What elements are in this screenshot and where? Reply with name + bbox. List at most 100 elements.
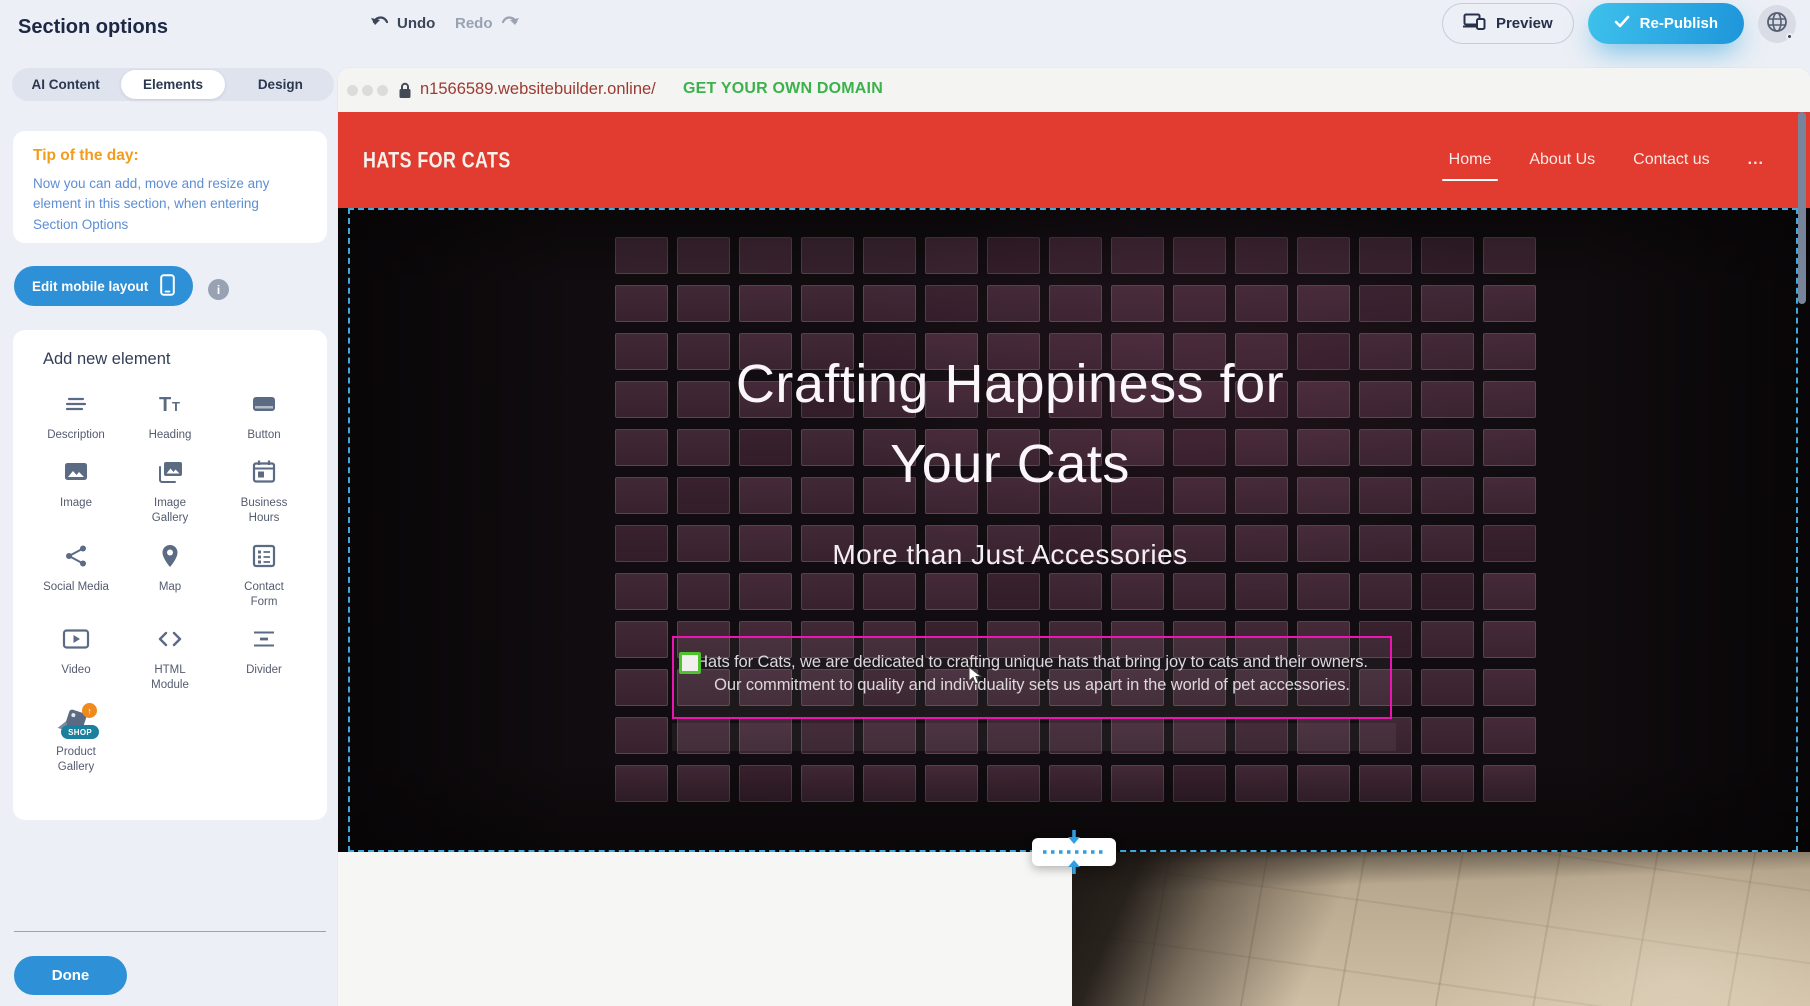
hero-tile bbox=[1359, 237, 1412, 274]
hero-tile bbox=[1297, 573, 1350, 610]
selected-text-element[interactable]: Hats for Cats, we are dedicated to craft… bbox=[672, 636, 1392, 719]
hero-tile bbox=[987, 765, 1040, 802]
edit-mobile-layout-button[interactable]: Edit mobile layout bbox=[14, 266, 193, 306]
hero-tile bbox=[1173, 573, 1226, 610]
hero-tile bbox=[1111, 573, 1164, 610]
element-image[interactable]: Image bbox=[29, 459, 123, 526]
next-section[interactable] bbox=[338, 852, 1810, 1006]
hero-tile bbox=[1421, 717, 1474, 754]
check-icon bbox=[1614, 15, 1630, 32]
nav-about-us[interactable]: About Us bbox=[1529, 151, 1595, 169]
hero-tile bbox=[1297, 237, 1350, 274]
tab-elements[interactable]: Elements bbox=[121, 70, 224, 99]
hero-tile bbox=[801, 573, 854, 610]
element-social-media[interactable]: Social Media bbox=[29, 543, 123, 610]
element-contact-form[interactable]: Contact Form bbox=[217, 543, 311, 610]
hero-tile bbox=[1421, 621, 1474, 658]
hero-tile bbox=[1483, 525, 1536, 562]
hero-tile bbox=[1359, 573, 1412, 610]
url-text[interactable]: n1566589.websitebuilder.online/ bbox=[420, 80, 656, 99]
element-description[interactable]: Description bbox=[29, 391, 123, 443]
hero-subheading[interactable]: More than Just Accessories bbox=[660, 539, 1360, 571]
scrollbar[interactable] bbox=[1798, 112, 1806, 304]
preview-button[interactable]: Preview bbox=[1442, 3, 1574, 44]
hero-tile bbox=[1235, 573, 1288, 610]
nav-contact-us[interactable]: Contact us bbox=[1633, 151, 1709, 169]
tab-design[interactable]: Design bbox=[229, 70, 332, 99]
hero-tile bbox=[1483, 669, 1536, 706]
globe-status-dot bbox=[1786, 33, 1793, 40]
section-resize-handle[interactable] bbox=[1032, 838, 1116, 866]
add-element-title: Add new element bbox=[29, 350, 311, 369]
element-divider[interactable]: Divider bbox=[217, 626, 311, 693]
hero-tile bbox=[1421, 525, 1474, 562]
hero-tile bbox=[1049, 573, 1102, 610]
hero-tile bbox=[1421, 381, 1474, 418]
hero-tile bbox=[987, 237, 1040, 274]
element-video[interactable]: Video bbox=[29, 626, 123, 693]
element-map[interactable]: Map bbox=[123, 543, 217, 610]
share-icon bbox=[63, 543, 89, 574]
hero-tile bbox=[1483, 573, 1536, 610]
hero-tile bbox=[739, 573, 792, 610]
element-heading[interactable]: TT Heading bbox=[123, 391, 217, 443]
button-icon bbox=[251, 391, 277, 422]
hero-tile bbox=[1049, 285, 1102, 322]
hero-tile bbox=[1483, 765, 1536, 802]
republish-button[interactable]: Re-Publish bbox=[1588, 3, 1744, 44]
hero-tile bbox=[1173, 237, 1226, 274]
hero-tile bbox=[1421, 669, 1474, 706]
hero-tile bbox=[1049, 765, 1102, 802]
hero-tile bbox=[615, 765, 668, 802]
product-gallery-icon: ↑ SHOP bbox=[59, 709, 93, 739]
next-section-blank bbox=[338, 852, 1072, 1006]
tab-ai-content[interactable]: AI Content bbox=[14, 70, 117, 99]
hero-tile bbox=[1483, 621, 1536, 658]
hero-tile bbox=[677, 237, 730, 274]
element-drag-handle[interactable] bbox=[679, 652, 701, 674]
hero-tile bbox=[863, 765, 916, 802]
lock-icon bbox=[398, 82, 412, 104]
get-domain-link[interactable]: GET YOUR OWN DOMAIN bbox=[683, 80, 883, 98]
hero-tile bbox=[801, 765, 854, 802]
hero-tile bbox=[1173, 285, 1226, 322]
description-lines-icon bbox=[63, 391, 89, 422]
hero-heading[interactable]: Crafting Happiness for Your Cats bbox=[620, 344, 1400, 504]
hero-tile bbox=[925, 765, 978, 802]
topbar-actions: Preview Re-Publish bbox=[1442, 3, 1796, 44]
nav-home[interactable]: Home bbox=[1449, 151, 1492, 169]
svg-text:T: T bbox=[172, 399, 180, 414]
hero-tile bbox=[615, 717, 668, 754]
hero-tile bbox=[1297, 765, 1350, 802]
language-globe-button[interactable] bbox=[1758, 5, 1796, 43]
site-nav: Home About Us Contact us ... bbox=[1449, 112, 1764, 208]
hero-tile bbox=[615, 285, 668, 322]
element-button[interactable]: Button bbox=[217, 391, 311, 443]
hero-tile bbox=[739, 285, 792, 322]
hero-tile bbox=[1483, 477, 1536, 514]
element-image-gallery[interactable]: Image Gallery bbox=[123, 459, 217, 526]
hero-tile bbox=[615, 621, 668, 658]
hero-tile bbox=[677, 573, 730, 610]
redo-button[interactable]: Redo bbox=[455, 14, 520, 32]
undo-button[interactable]: Undo bbox=[370, 14, 435, 32]
site-logo[interactable]: HATS FOR CATS bbox=[363, 148, 511, 173]
element-business-hours[interactable]: Business Hours bbox=[217, 459, 311, 526]
hero-section[interactable]: Crafting Happiness for Your Cats More th… bbox=[338, 208, 1810, 852]
hero-tile bbox=[1111, 765, 1164, 802]
info-icon[interactable]: i bbox=[208, 279, 229, 300]
heading-text-icon: TT bbox=[157, 391, 183, 422]
phone-icon bbox=[160, 274, 175, 299]
hero-tile bbox=[925, 285, 978, 322]
nav-more[interactable]: ... bbox=[1748, 151, 1764, 169]
page-title: Section options bbox=[18, 16, 168, 39]
site-header: HATS FOR CATS Home About Us Contact us .… bbox=[338, 112, 1810, 208]
hero-tile bbox=[1235, 237, 1288, 274]
browser-preview: n1566589.websitebuilder.online/ GET YOUR… bbox=[338, 68, 1810, 1006]
image-gallery-icon bbox=[156, 459, 184, 490]
done-button[interactable]: Done bbox=[14, 956, 127, 995]
element-product-gallery[interactable]: ↑ SHOP Product Gallery bbox=[29, 709, 123, 775]
element-html-module[interactable]: HTML Module bbox=[123, 626, 217, 693]
hero-tile bbox=[863, 285, 916, 322]
hero-tile bbox=[1111, 285, 1164, 322]
